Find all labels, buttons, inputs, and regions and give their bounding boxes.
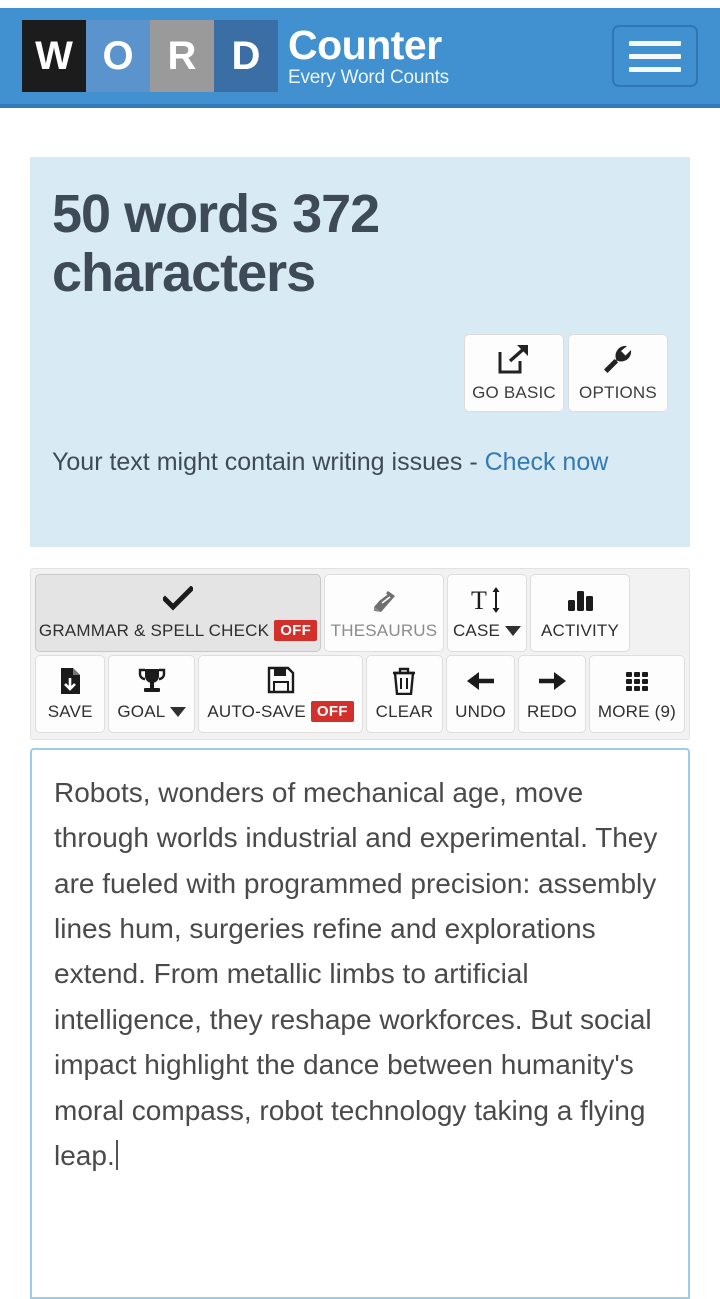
thesaurus-button[interactable]: THESAURUS	[324, 574, 444, 652]
grammar-spell-check-button[interactable]: GRAMMAR & SPELL CHECK OFF	[35, 574, 321, 652]
auto-save-label: AUTO-SAVE	[207, 701, 306, 721]
case-label-wrap: CASE	[452, 620, 522, 641]
svg-text:T: T	[471, 586, 487, 614]
brand-logo[interactable]: W O R D Counter Every Word Counts	[22, 20, 449, 92]
logo-tiles: W O R D	[22, 20, 278, 92]
undo-button[interactable]: UNDO	[446, 655, 515, 733]
check-icon	[163, 585, 193, 613]
grammar-status-badge: OFF	[274, 620, 318, 641]
trophy-icon	[137, 667, 167, 695]
auto-save-button[interactable]: AUTO-SAVE OFF	[198, 655, 363, 733]
wrench-icon	[601, 343, 635, 375]
go-basic-label: GO BASIC	[472, 383, 556, 402]
auto-save-status-badge: OFF	[310, 701, 354, 722]
activity-button[interactable]: ACTIVITY	[530, 574, 630, 652]
logo-tile-w: W	[22, 20, 86, 92]
case-button[interactable]: T CASE	[447, 574, 527, 652]
toolbar-row-2: SAVE GOAL AUTO-SAVE OFF CLEAR UNDO REDO …	[35, 655, 685, 733]
brand-tagline: Every Word Counts	[288, 67, 449, 88]
options-label: OPTIONS	[579, 383, 657, 402]
auto-save-label-wrap: AUTO-SAVE OFF	[207, 701, 354, 722]
bar-chart-icon	[565, 586, 595, 614]
case-label: CASE	[452, 620, 501, 640]
logo-tile-o: O	[86, 20, 150, 92]
text-size-icon: T	[470, 586, 504, 614]
undo-label: UNDO	[455, 701, 506, 721]
activity-label: ACTIVITY	[540, 620, 620, 640]
floppy-disk-icon	[267, 666, 295, 694]
hamburger-icon-bar-2	[629, 53, 681, 59]
chevron-down-icon	[170, 706, 187, 717]
book-icon	[370, 586, 398, 614]
go-basic-button[interactable]: GO BASIC	[464, 334, 564, 412]
trash-icon	[391, 667, 417, 695]
goal-label: GOAL	[117, 701, 166, 721]
clear-label: CLEAR	[375, 701, 434, 721]
site-header: W O R D Counter Every Word Counts	[0, 8, 720, 108]
hamburger-icon-bar-3	[629, 66, 681, 72]
arrow-right-icon	[537, 667, 567, 695]
text-cursor	[115, 1139, 118, 1170]
hamburger-icon-bar-1	[629, 40, 681, 46]
editor-content: Robots, wonders of mechanical age, move …	[54, 777, 658, 1171]
file-download-icon	[56, 667, 84, 695]
redo-button[interactable]: REDO	[517, 655, 586, 733]
brand-text: Counter Every Word Counts	[288, 22, 449, 88]
text-editor-textarea[interactable]: Robots, wonders of mechanical age, move …	[30, 748, 690, 1299]
brand-title: Counter	[288, 22, 442, 68]
logo-tile-r: R	[150, 20, 214, 92]
hamburger-menu-button[interactable]	[612, 25, 698, 87]
thesaurus-label: THESAURUS	[330, 620, 438, 640]
grammar-spell-check-label-wrap: GRAMMAR & SPELL CHECK OFF	[38, 620, 318, 641]
save-button[interactable]: SAVE	[35, 655, 106, 733]
more-label: MORE (9)	[597, 701, 676, 721]
grid-icon	[622, 667, 652, 695]
toolbar-row-1: GRAMMAR & SPELL CHECK OFF THESAURUS T CA…	[35, 574, 685, 652]
stats-panel: 50 words 372 characters GO BASIC OPTIONS…	[30, 157, 690, 547]
external-link-icon	[497, 343, 531, 375]
goal-label-wrap: GOAL	[117, 701, 187, 722]
chevron-down-icon	[505, 625, 522, 636]
check-now-link[interactable]: Check now	[485, 448, 609, 476]
page-root: W O R D Counter Every Word Counts 50 wor…	[0, 0, 720, 1299]
page-title: 50 words 372 characters	[52, 184, 380, 304]
clear-button[interactable]: CLEAR	[365, 655, 444, 733]
more-button[interactable]: MORE (9)	[588, 655, 685, 733]
save-label: SAVE	[47, 701, 93, 721]
notice-text: Your text might contain writing issues -	[52, 448, 485, 476]
goal-button[interactable]: GOAL	[108, 655, 196, 733]
options-button[interactable]: OPTIONS	[568, 334, 668, 412]
writing-issues-notice: Your text might contain writing issues -…	[52, 442, 652, 482]
arrow-left-icon	[466, 667, 496, 695]
grammar-spell-check-label: GRAMMAR & SPELL CHECK	[38, 620, 270, 640]
editor-toolbar: GRAMMAR & SPELL CHECK OFF THESAURUS T CA…	[30, 568, 690, 740]
redo-label: REDO	[526, 701, 577, 721]
stats-actions: GO BASIC OPTIONS	[464, 334, 668, 412]
logo-tile-d: D	[214, 20, 278, 92]
